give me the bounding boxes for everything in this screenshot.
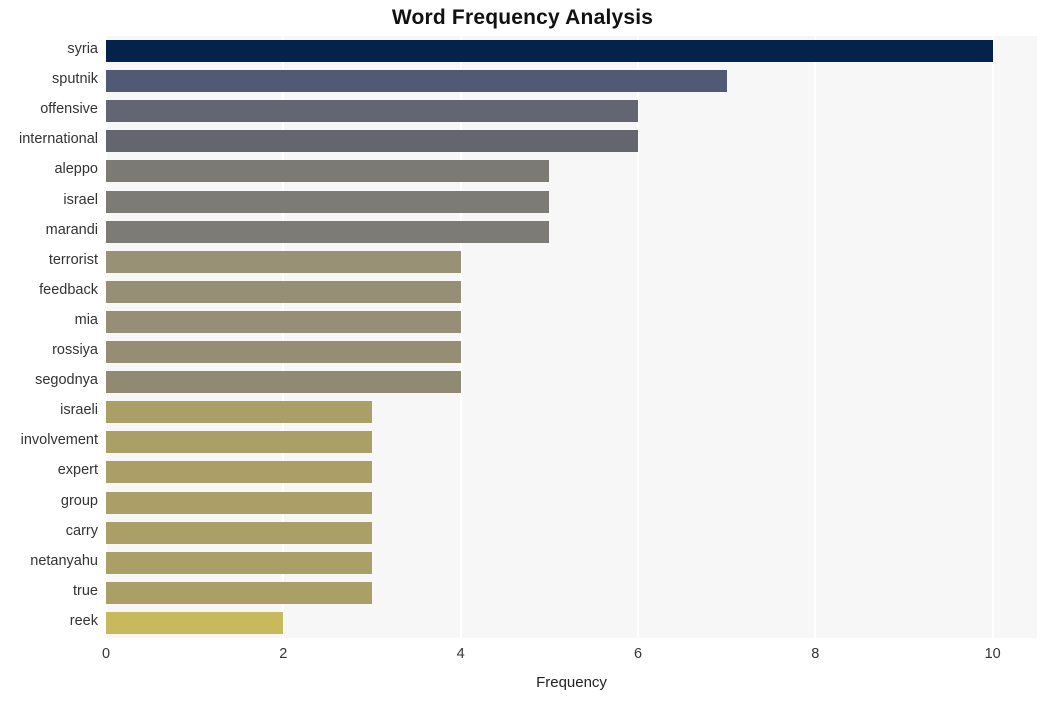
bar — [106, 461, 372, 484]
bar — [106, 401, 372, 424]
bar-row — [106, 250, 1037, 273]
y-tick-label: terrorist — [48, 251, 98, 268]
bar — [106, 70, 727, 93]
bar-row — [106, 551, 1037, 574]
chart-title: Word Frequency Analysis — [391, 6, 654, 29]
chart-figure: Word Frequency Analysis syria sputnik offe… — [0, 0, 1045, 701]
bar-row — [106, 581, 1037, 604]
gridline-x — [282, 36, 285, 638]
bar — [106, 220, 550, 243]
bar-row — [106, 461, 1037, 484]
x-tick-label: 6 — [633, 646, 643, 662]
bar — [106, 371, 461, 394]
gridline-x — [459, 36, 462, 638]
y-tick-label: sputnik — [52, 71, 98, 88]
bar — [106, 431, 372, 454]
y-tick-label: israel — [63, 191, 98, 208]
y-tick-label: carry — [65, 522, 98, 539]
bar-row — [106, 310, 1037, 333]
bar-row — [106, 160, 1037, 183]
y-tick-label: expert — [57, 462, 98, 479]
x-tick-label: 4 — [456, 646, 465, 662]
y-tick-label: reek — [69, 612, 98, 629]
x-tick-label: 0 — [101, 646, 111, 662]
y-tick-label: israeli — [60, 402, 98, 419]
plot-area — [106, 36, 1037, 638]
bar-row — [106, 491, 1037, 514]
bar — [106, 521, 372, 544]
x-axis: 0 2 4 6 8 10 — [102, 638, 1037, 668]
gridline-x — [991, 36, 994, 638]
gridline-x — [814, 36, 817, 638]
bar — [106, 310, 461, 333]
bar — [106, 280, 461, 303]
bar-row — [106, 130, 1037, 153]
x-tick-label: 10 — [984, 646, 1001, 662]
y-tick-label: netanyahu — [30, 552, 98, 569]
gridline-x — [637, 36, 639, 638]
bar — [106, 130, 638, 153]
y-tick-label: aleppo — [54, 161, 98, 178]
bar-row — [106, 40, 1037, 63]
bar-row — [106, 611, 1037, 634]
y-tick-label: offensive — [40, 101, 98, 118]
bar — [106, 250, 461, 273]
bar — [106, 190, 550, 213]
x-tick-label: 8 — [811, 646, 820, 662]
y-tick-label: rossiya — [52, 342, 98, 359]
bar — [106, 160, 550, 183]
bar — [106, 551, 372, 574]
gridline-x — [106, 36, 107, 638]
y-tick-label: syria — [67, 41, 98, 58]
bar — [106, 491, 372, 514]
y-tick-label: mia — [74, 311, 98, 328]
y-tick-label: segodnya — [35, 372, 98, 389]
y-tick-label: international — [19, 131, 98, 148]
y-tick-label: feedback — [39, 281, 98, 298]
x-axis-title: Frequency — [536, 674, 607, 691]
bar-row — [106, 521, 1037, 544]
y-tick-label: involvement — [20, 432, 98, 449]
bar-row — [106, 341, 1037, 364]
bar — [106, 581, 372, 604]
bar-row — [106, 280, 1037, 303]
y-tick-label: marandi — [45, 221, 98, 238]
bar — [106, 611, 284, 634]
bar-row — [106, 100, 1037, 123]
y-tick-label: group — [60, 492, 98, 509]
bar-row — [106, 371, 1037, 394]
bar-row — [106, 220, 1037, 243]
x-tick-label: 2 — [279, 646, 288, 662]
bar-row — [106, 431, 1037, 454]
bar-row — [106, 70, 1037, 93]
y-axis: syria sputnik offensive international aleppo… — [0, 36, 98, 638]
bar — [106, 341, 461, 364]
bar-row — [106, 401, 1037, 424]
bar — [106, 40, 993, 63]
bar-row — [106, 190, 1037, 213]
bar — [106, 100, 638, 123]
y-tick-label: true — [73, 582, 98, 599]
